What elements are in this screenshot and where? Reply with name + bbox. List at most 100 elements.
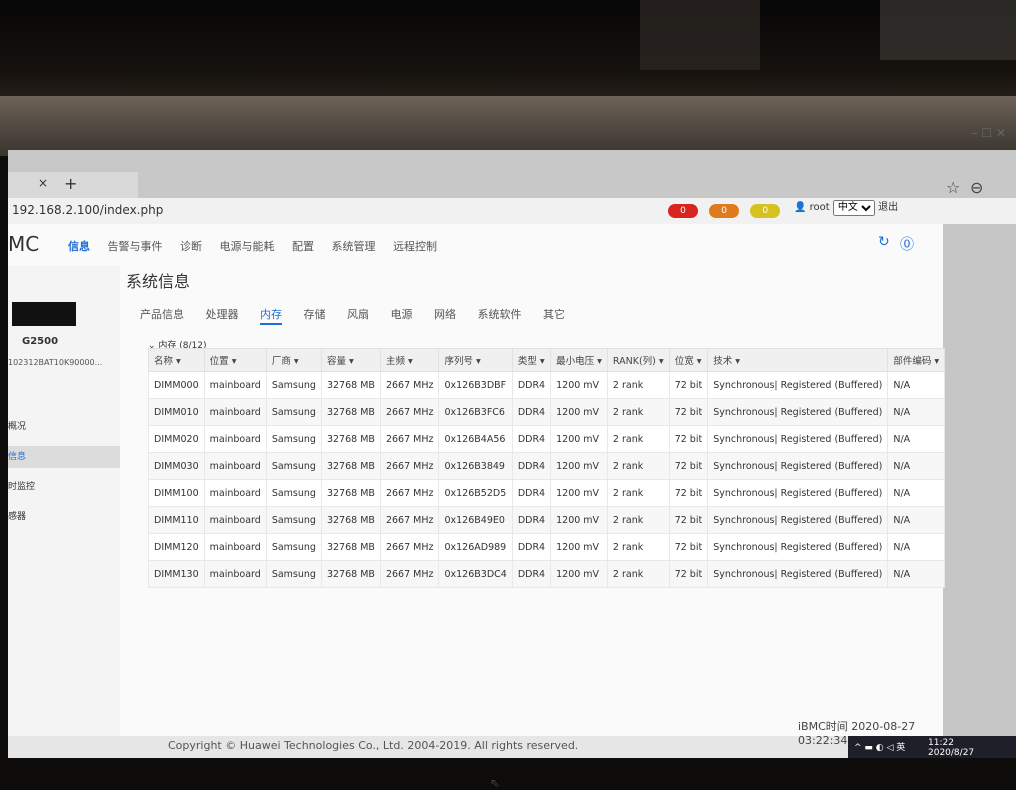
system-clock[interactable]: 11:22 2020/8/27 bbox=[928, 738, 974, 758]
table-cell: 32768 MB bbox=[320, 398, 381, 426]
tab-fan[interactable]: 风扇 bbox=[347, 308, 369, 321]
sidebar-item-monitor[interactable]: 时监控 bbox=[8, 476, 120, 498]
tab-cpu[interactable]: 处理器 bbox=[206, 308, 239, 321]
table-cell: 0x126AD989 bbox=[438, 533, 513, 561]
tab-memory[interactable]: 内存 bbox=[260, 308, 282, 325]
table-cell: 1200 mV bbox=[550, 425, 608, 453]
user-area: 👤 root 中文 退出 bbox=[794, 198, 898, 216]
table-cell: mainboard bbox=[203, 425, 267, 453]
language-select[interactable]: 中文 bbox=[832, 199, 875, 216]
critical-alert-badge[interactable]: 0 bbox=[668, 204, 698, 218]
sort-arrow-icon[interactable]: ▾ bbox=[931, 356, 939, 367]
column-header[interactable]: 名称 ▾ bbox=[148, 348, 205, 372]
account-icon[interactable]: ⊖ bbox=[970, 178, 983, 197]
table-cell: Samsung bbox=[265, 371, 322, 399]
table-cell: 2667 MHz bbox=[379, 506, 440, 534]
logout-link[interactable]: 退出 bbox=[878, 202, 898, 213]
new-tab-icon[interactable]: + bbox=[64, 174, 77, 193]
table-cell: DDR4 bbox=[511, 425, 552, 453]
nav-diagnostics[interactable]: 诊断 bbox=[180, 240, 202, 253]
minor-alert-badge[interactable]: 0 bbox=[750, 204, 781, 218]
table-cell: DDR4 bbox=[511, 560, 552, 588]
tray-icons[interactable]: ^ ▬ ◐ ◁ 英 bbox=[854, 740, 905, 753]
table-cell: 1200 mV bbox=[550, 398, 608, 426]
table-cell: DDR4 bbox=[511, 452, 552, 480]
column-header[interactable]: 位置 ▾ bbox=[203, 348, 267, 372]
tab-system-software[interactable]: 系统软件 bbox=[478, 308, 522, 321]
sidebar-item-overview[interactable]: 概况 bbox=[8, 416, 120, 438]
column-header[interactable]: 容量 ▾ bbox=[320, 348, 381, 372]
sort-arrow-icon[interactable]: ▾ bbox=[173, 356, 181, 367]
clock-time: 11:22 bbox=[928, 738, 954, 748]
sort-arrow-icon[interactable]: ▾ bbox=[291, 356, 299, 367]
column-header[interactable]: 主频 ▾ bbox=[379, 348, 440, 372]
window-controls[interactable]: – ☐ ✕ bbox=[972, 126, 1006, 140]
table-cell: mainboard bbox=[203, 560, 267, 588]
major-alert-badge[interactable]: 0 bbox=[709, 204, 740, 218]
sidebar-item-info[interactable]: 信息 bbox=[8, 446, 120, 468]
table-cell: Synchronous| Registered (Buffered) bbox=[707, 506, 889, 534]
nav-config[interactable]: 配置 bbox=[292, 240, 314, 253]
table-cell: Synchronous| Registered (Buffered) bbox=[707, 452, 889, 480]
table-cell: 2667 MHz bbox=[379, 398, 440, 426]
table-cell: 2667 MHz bbox=[379, 479, 440, 507]
table-cell: Samsung bbox=[265, 506, 322, 534]
tab-product[interactable]: 产品信息 bbox=[140, 308, 184, 321]
device-model: G2500 bbox=[22, 336, 59, 347]
sort-arrow-icon[interactable]: ▾ bbox=[229, 356, 237, 367]
table-row: DIMM020 mainboard Samsung 32768 MB 2667 MHz 0… bbox=[148, 425, 946, 453]
tab-storage[interactable]: 存储 bbox=[304, 308, 326, 321]
help-icon[interactable]: ⓪ bbox=[900, 234, 914, 254]
table-cell: 2 rank bbox=[606, 398, 670, 426]
column-header[interactable]: 厂商 ▾ bbox=[265, 348, 322, 372]
column-header[interactable]: 部件编码 ▾ bbox=[887, 348, 946, 372]
sidebar-item-sensor[interactable]: 感器 bbox=[8, 506, 120, 528]
table-cell: 0x126B49E0 bbox=[438, 506, 513, 534]
nav-info[interactable]: 信息 bbox=[68, 240, 90, 253]
sort-arrow-icon[interactable]: ▾ bbox=[405, 356, 413, 367]
table-cell: 72 bit bbox=[668, 398, 709, 426]
table-cell: 32768 MB bbox=[320, 452, 381, 480]
table-cell: 2667 MHz bbox=[379, 371, 440, 399]
table-cell: mainboard bbox=[203, 371, 267, 399]
sort-arrow-icon[interactable]: ▾ bbox=[694, 356, 702, 367]
table-cell: 72 bit bbox=[668, 425, 709, 453]
tab-power[interactable]: 电源 bbox=[391, 308, 413, 321]
nav-alarms[interactable]: 告警与事件 bbox=[108, 240, 163, 253]
sort-arrow-icon[interactable]: ▾ bbox=[656, 356, 664, 367]
table-cell: 1200 mV bbox=[550, 533, 608, 561]
column-header[interactable]: 技术 ▾ bbox=[707, 348, 889, 372]
nav-remote-control[interactable]: 远程控制 bbox=[393, 240, 437, 253]
nav-power[interactable]: 电源与能耗 bbox=[220, 240, 275, 253]
sort-arrow-icon[interactable]: ▾ bbox=[537, 356, 545, 367]
sort-arrow-icon[interactable]: ▾ bbox=[346, 356, 354, 367]
sort-arrow-icon[interactable]: ▾ bbox=[594, 356, 602, 367]
sort-arrow-icon[interactable]: ▾ bbox=[732, 356, 740, 367]
browser-tab[interactable]: × + bbox=[8, 172, 138, 198]
table-cell: 1200 mV bbox=[550, 506, 608, 534]
column-header[interactable]: 类型 ▾ bbox=[511, 348, 552, 372]
table-cell: 2 rank bbox=[606, 479, 670, 507]
table-cell: Synchronous| Registered (Buffered) bbox=[707, 398, 889, 426]
column-header[interactable]: 最小电压 ▾ bbox=[550, 348, 608, 372]
clock-date: 2020/8/27 bbox=[928, 748, 975, 758]
refresh-icon[interactable]: ↻ bbox=[878, 234, 890, 250]
nav-system-mgmt[interactable]: 系统管理 bbox=[332, 240, 376, 253]
column-header[interactable]: 位宽 ▾ bbox=[668, 348, 709, 372]
info-subtabs: 产品信息 处理器 内存 存储 风扇 电源 网络 系统软件 其它 bbox=[140, 306, 583, 325]
column-header[interactable]: 序列号 ▾ bbox=[438, 348, 513, 372]
app-brand: MC bbox=[8, 232, 40, 256]
table-cell: 72 bit bbox=[668, 371, 709, 399]
tab-close-icon[interactable]: × bbox=[38, 176, 48, 190]
tab-other[interactable]: 其它 bbox=[543, 308, 565, 321]
table-cell: 1200 mV bbox=[550, 452, 608, 480]
url-text[interactable]: 192.168.2.100/index.php bbox=[12, 203, 163, 217]
sort-arrow-icon[interactable]: ▾ bbox=[473, 356, 481, 367]
table-cell: 72 bit bbox=[668, 452, 709, 480]
table-cell: DIMM100 bbox=[148, 479, 205, 507]
tab-network[interactable]: 网络 bbox=[434, 308, 456, 321]
bookmark-star-icon[interactable]: ☆ bbox=[946, 178, 960, 197]
table-row: DIMM030 mainboard Samsung 32768 MB 2667 MHz 0… bbox=[148, 452, 946, 480]
column-header[interactable]: RANK(列) ▾ bbox=[606, 348, 670, 372]
left-sidebar: G2500 102312BAT10K90000... 概况 信息 时监控 感器 bbox=[8, 266, 121, 746]
